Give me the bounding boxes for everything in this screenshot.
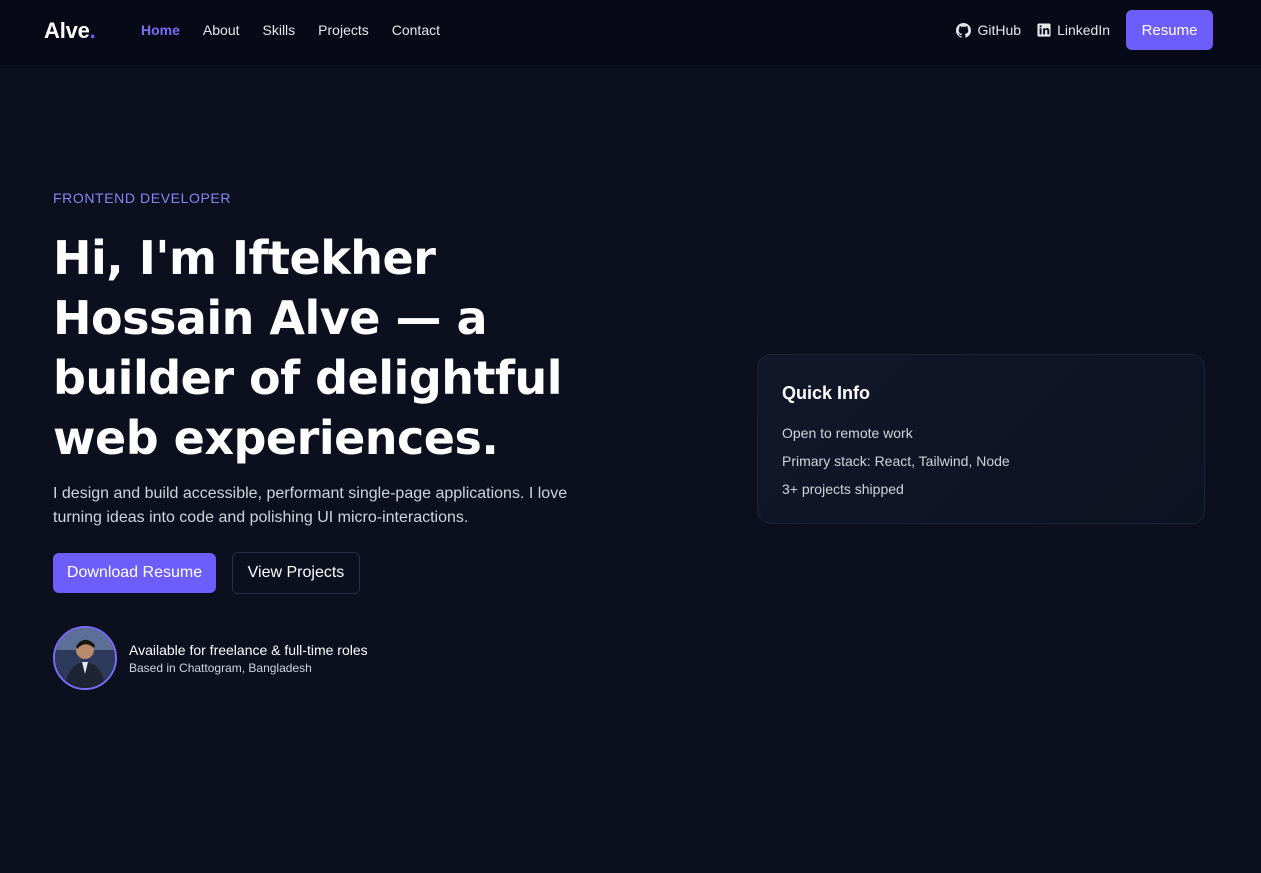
github-label: GitHub — [977, 22, 1022, 38]
top-navbar: Alve. Home About Skills Projects Contact… — [0, 0, 1261, 66]
linkedin-label: LinkedIn — [1057, 22, 1110, 38]
brand-name[interactable]: Alve — [44, 18, 90, 43]
nav-link-contact[interactable]: Contact — [392, 22, 440, 38]
linkedin-link[interactable]: LinkedIn — [1037, 22, 1110, 38]
nav-link-skills[interactable]: Skills — [263, 22, 296, 38]
role-eyebrow: FRONTEND DEVELOPER — [53, 190, 232, 206]
hero-description: I design and build accessible, performan… — [53, 485, 568, 526]
nav-link-projects[interactable]: Projects — [318, 22, 369, 38]
linkedin-icon — [1037, 23, 1051, 37]
quick-info-item-projects: 3+ projects shipped — [782, 481, 904, 497]
brand-logo[interactable]: Alve. — [44, 18, 96, 44]
quick-info-item-remote: Open to remote work — [782, 425, 913, 441]
quick-info-item-stack: Primary stack: React, Tailwind, Node — [782, 453, 1010, 469]
download-resume-button[interactable]: Download Resume — [53, 553, 216, 593]
nav-link-home[interactable]: Home — [141, 22, 180, 38]
avatar — [53, 626, 117, 690]
availability-status: Available for freelance & full-time role… — [129, 642, 368, 658]
avatar-portrait-icon — [55, 628, 115, 688]
hero-headline: Hi, I'm Iftekher Hossain Alve — a builde… — [53, 231, 563, 465]
nav-actions: GitHub LinkedIn Resume — [956, 10, 1213, 50]
view-projects-button[interactable]: View Projects — [232, 552, 360, 594]
quick-info-title: Quick Info — [782, 383, 871, 403]
nav-link-about[interactable]: About — [203, 22, 240, 38]
location-text: Based in Chattogram, Bangladesh — [129, 661, 312, 675]
brand-dot: . — [89, 18, 96, 43]
github-icon — [956, 22, 972, 38]
github-link[interactable]: GitHub — [956, 22, 1021, 38]
quick-info-card: Quick Info Open to remote work Primary s… — [757, 354, 1205, 524]
resume-button[interactable]: Resume — [1126, 10, 1213, 50]
main-nav: Home About Skills Projects Contact — [141, 22, 463, 38]
